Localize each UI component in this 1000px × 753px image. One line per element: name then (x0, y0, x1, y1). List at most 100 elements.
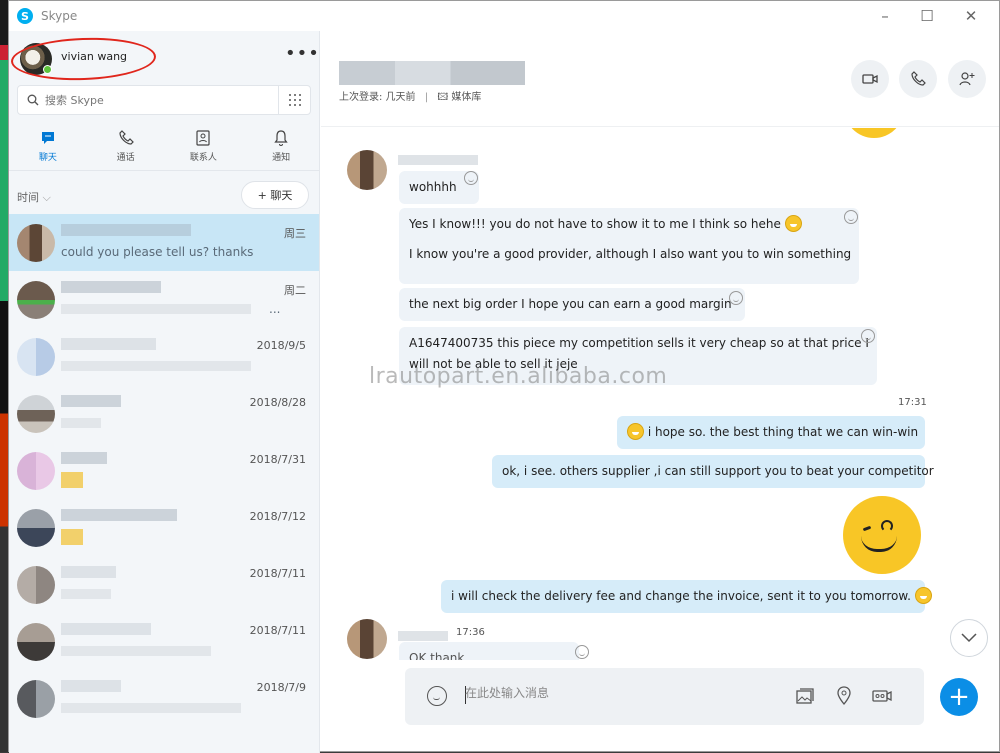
chat-preview-redacted (61, 304, 251, 314)
smile-emoji-icon (784, 215, 802, 232)
audio-call-button[interactable] (899, 60, 937, 98)
search-box[interactable] (17, 85, 311, 115)
contact-name-redacted (61, 452, 107, 464)
avatar (17, 623, 55, 661)
chat-icon (41, 132, 54, 144)
contact-name-redacted (61, 224, 191, 236)
more-options-icon[interactable]: ••• (285, 43, 319, 64)
avatar (17, 452, 55, 490)
desktop-background (0, 0, 8, 752)
avatar (17, 281, 55, 319)
window-title: Skype (41, 9, 78, 23)
close-icon[interactable]: ✕ (961, 7, 981, 25)
list-item[interactable]: ... 周二 (9, 271, 319, 328)
skype-window: S Skype – ☐ ✕ vivian wang ••• 聊天 (8, 0, 1000, 753)
list-item[interactable]: 2018/7/9 (9, 670, 319, 727)
chat-date: 2018/7/31 (249, 453, 306, 466)
avatar (17, 566, 55, 604)
avatar (347, 619, 387, 659)
search-icon (27, 94, 39, 106)
list-item[interactable]: 2018/7/11 (9, 556, 319, 613)
chat-date: 2018/7/12 (249, 510, 306, 523)
list-item[interactable]: 2018/8/28 (9, 385, 319, 442)
contact-name-redacted (61, 338, 156, 350)
minimize-icon[interactable]: – (875, 7, 895, 25)
gallery-icon: 🖾 (437, 92, 449, 103)
avatar (17, 395, 55, 433)
chat-preview: ... (269, 302, 281, 316)
chat-date: 2018/7/11 (249, 567, 306, 580)
grin-emoji-icon (914, 587, 932, 604)
title-bar: S Skype – ☐ ✕ (9, 1, 999, 31)
tab-calls[interactable]: 通话 (87, 125, 165, 170)
tab-chats[interactable]: 聊天 (9, 125, 87, 170)
nav-tabs: 聊天 通话 联系人 通知 (9, 125, 319, 171)
tab-notifications[interactable]: 通知 (242, 125, 319, 170)
list-item[interactable]: 2018/7/31 (9, 442, 319, 499)
media-gallery-link[interactable]: 媒体库 (451, 92, 481, 103)
skype-logo-icon: S (17, 8, 33, 24)
new-chat-button[interactable]: + 聊天 (241, 181, 309, 209)
add-people-button[interactable] (948, 60, 986, 98)
avatar (17, 509, 55, 547)
video-call-button[interactable] (851, 60, 889, 98)
location-icon[interactable] (833, 685, 855, 707)
reaction-icon[interactable] (844, 210, 858, 224)
message-bubble[interactable]: the next big order I hope you can earn a… (399, 288, 745, 321)
message-list: wohhhh Yes I know!!! you do not have to … (321, 128, 999, 660)
chat-preview-redacted (61, 646, 211, 656)
sender-name-redacted (398, 155, 478, 165)
reaction-icon[interactable] (729, 291, 743, 305)
message-bubble-outgoing[interactable]: i hope so. the best thing that we can wi… (617, 416, 925, 449)
reaction-icon[interactable] (464, 171, 478, 185)
list-item[interactable]: 2018/7/12 (9, 499, 319, 556)
contact-name-redacted (339, 61, 525, 85)
avatar (17, 224, 55, 262)
phone-icon (911, 71, 926, 86)
chat-date: 2018/9/5 (256, 339, 306, 352)
video-message-icon[interactable] (871, 685, 893, 707)
tab-label: 联系人 (189, 153, 217, 163)
chat-date: 2018/8/28 (249, 396, 306, 409)
reaction-icon[interactable] (575, 645, 589, 659)
tab-contacts[interactable]: 联系人 (165, 125, 243, 170)
chat-list: could you please tell us? thanks 周三 ... … (9, 214, 319, 727)
list-item[interactable]: 2018/9/5 (9, 328, 319, 385)
grin-emoji-icon (627, 423, 644, 440)
message-timestamp: 17:31 (898, 397, 927, 408)
sort-dropdown[interactable]: 时间 ⌵ (17, 189, 51, 205)
dialpad-icon[interactable] (278, 86, 310, 114)
chevron-down-icon: ⌵ (42, 191, 51, 204)
message-input[interactable] (465, 686, 765, 700)
message-timestamp: 17:36 (456, 627, 485, 638)
emoji-sticker (844, 128, 904, 138)
chat-date: 2018/7/11 (249, 624, 306, 637)
search-input[interactable] (45, 93, 265, 107)
sender-name-redacted (398, 631, 448, 641)
watermark: lrautopart.en.alibaba.com (369, 364, 668, 389)
emoji-picker-icon[interactable] (427, 686, 447, 706)
image-icon[interactable] (794, 685, 816, 707)
add-content-button[interactable]: + (940, 678, 978, 716)
maximize-icon[interactable]: ☐ (917, 7, 937, 25)
message-bubble[interactable]: Yes I know!!! you do not have to show it… (399, 208, 859, 284)
contact-name-redacted (61, 623, 151, 635)
message-bubble-outgoing[interactable]: ok, i see. others supplier ,i can still … (492, 455, 934, 488)
chat-date: 周二 (284, 284, 306, 297)
sidebar: vivian wang ••• 聊天 通话 联系人 (9, 31, 320, 753)
profile-area[interactable]: vivian wang ••• (9, 31, 319, 83)
chat-preview-redacted (61, 361, 251, 371)
chat-preview-redacted (61, 703, 241, 713)
contact-name-redacted (61, 395, 121, 407)
message-bubble-outgoing[interactable]: i will check the delivery fee and change… (441, 580, 932, 613)
contact-name-redacted (61, 509, 177, 521)
message-bubble[interactable]: OK thank... (399, 642, 579, 660)
phone-icon (119, 130, 134, 145)
contact-name-redacted (61, 281, 161, 293)
contact-name-redacted (61, 566, 116, 578)
contacts-icon (196, 130, 210, 146)
scroll-to-bottom-button[interactable] (950, 619, 988, 657)
list-item[interactable]: could you please tell us? thanks 周三 (9, 214, 319, 271)
reaction-icon[interactable] (861, 329, 875, 343)
list-item[interactable]: 2018/7/11 (9, 613, 319, 670)
